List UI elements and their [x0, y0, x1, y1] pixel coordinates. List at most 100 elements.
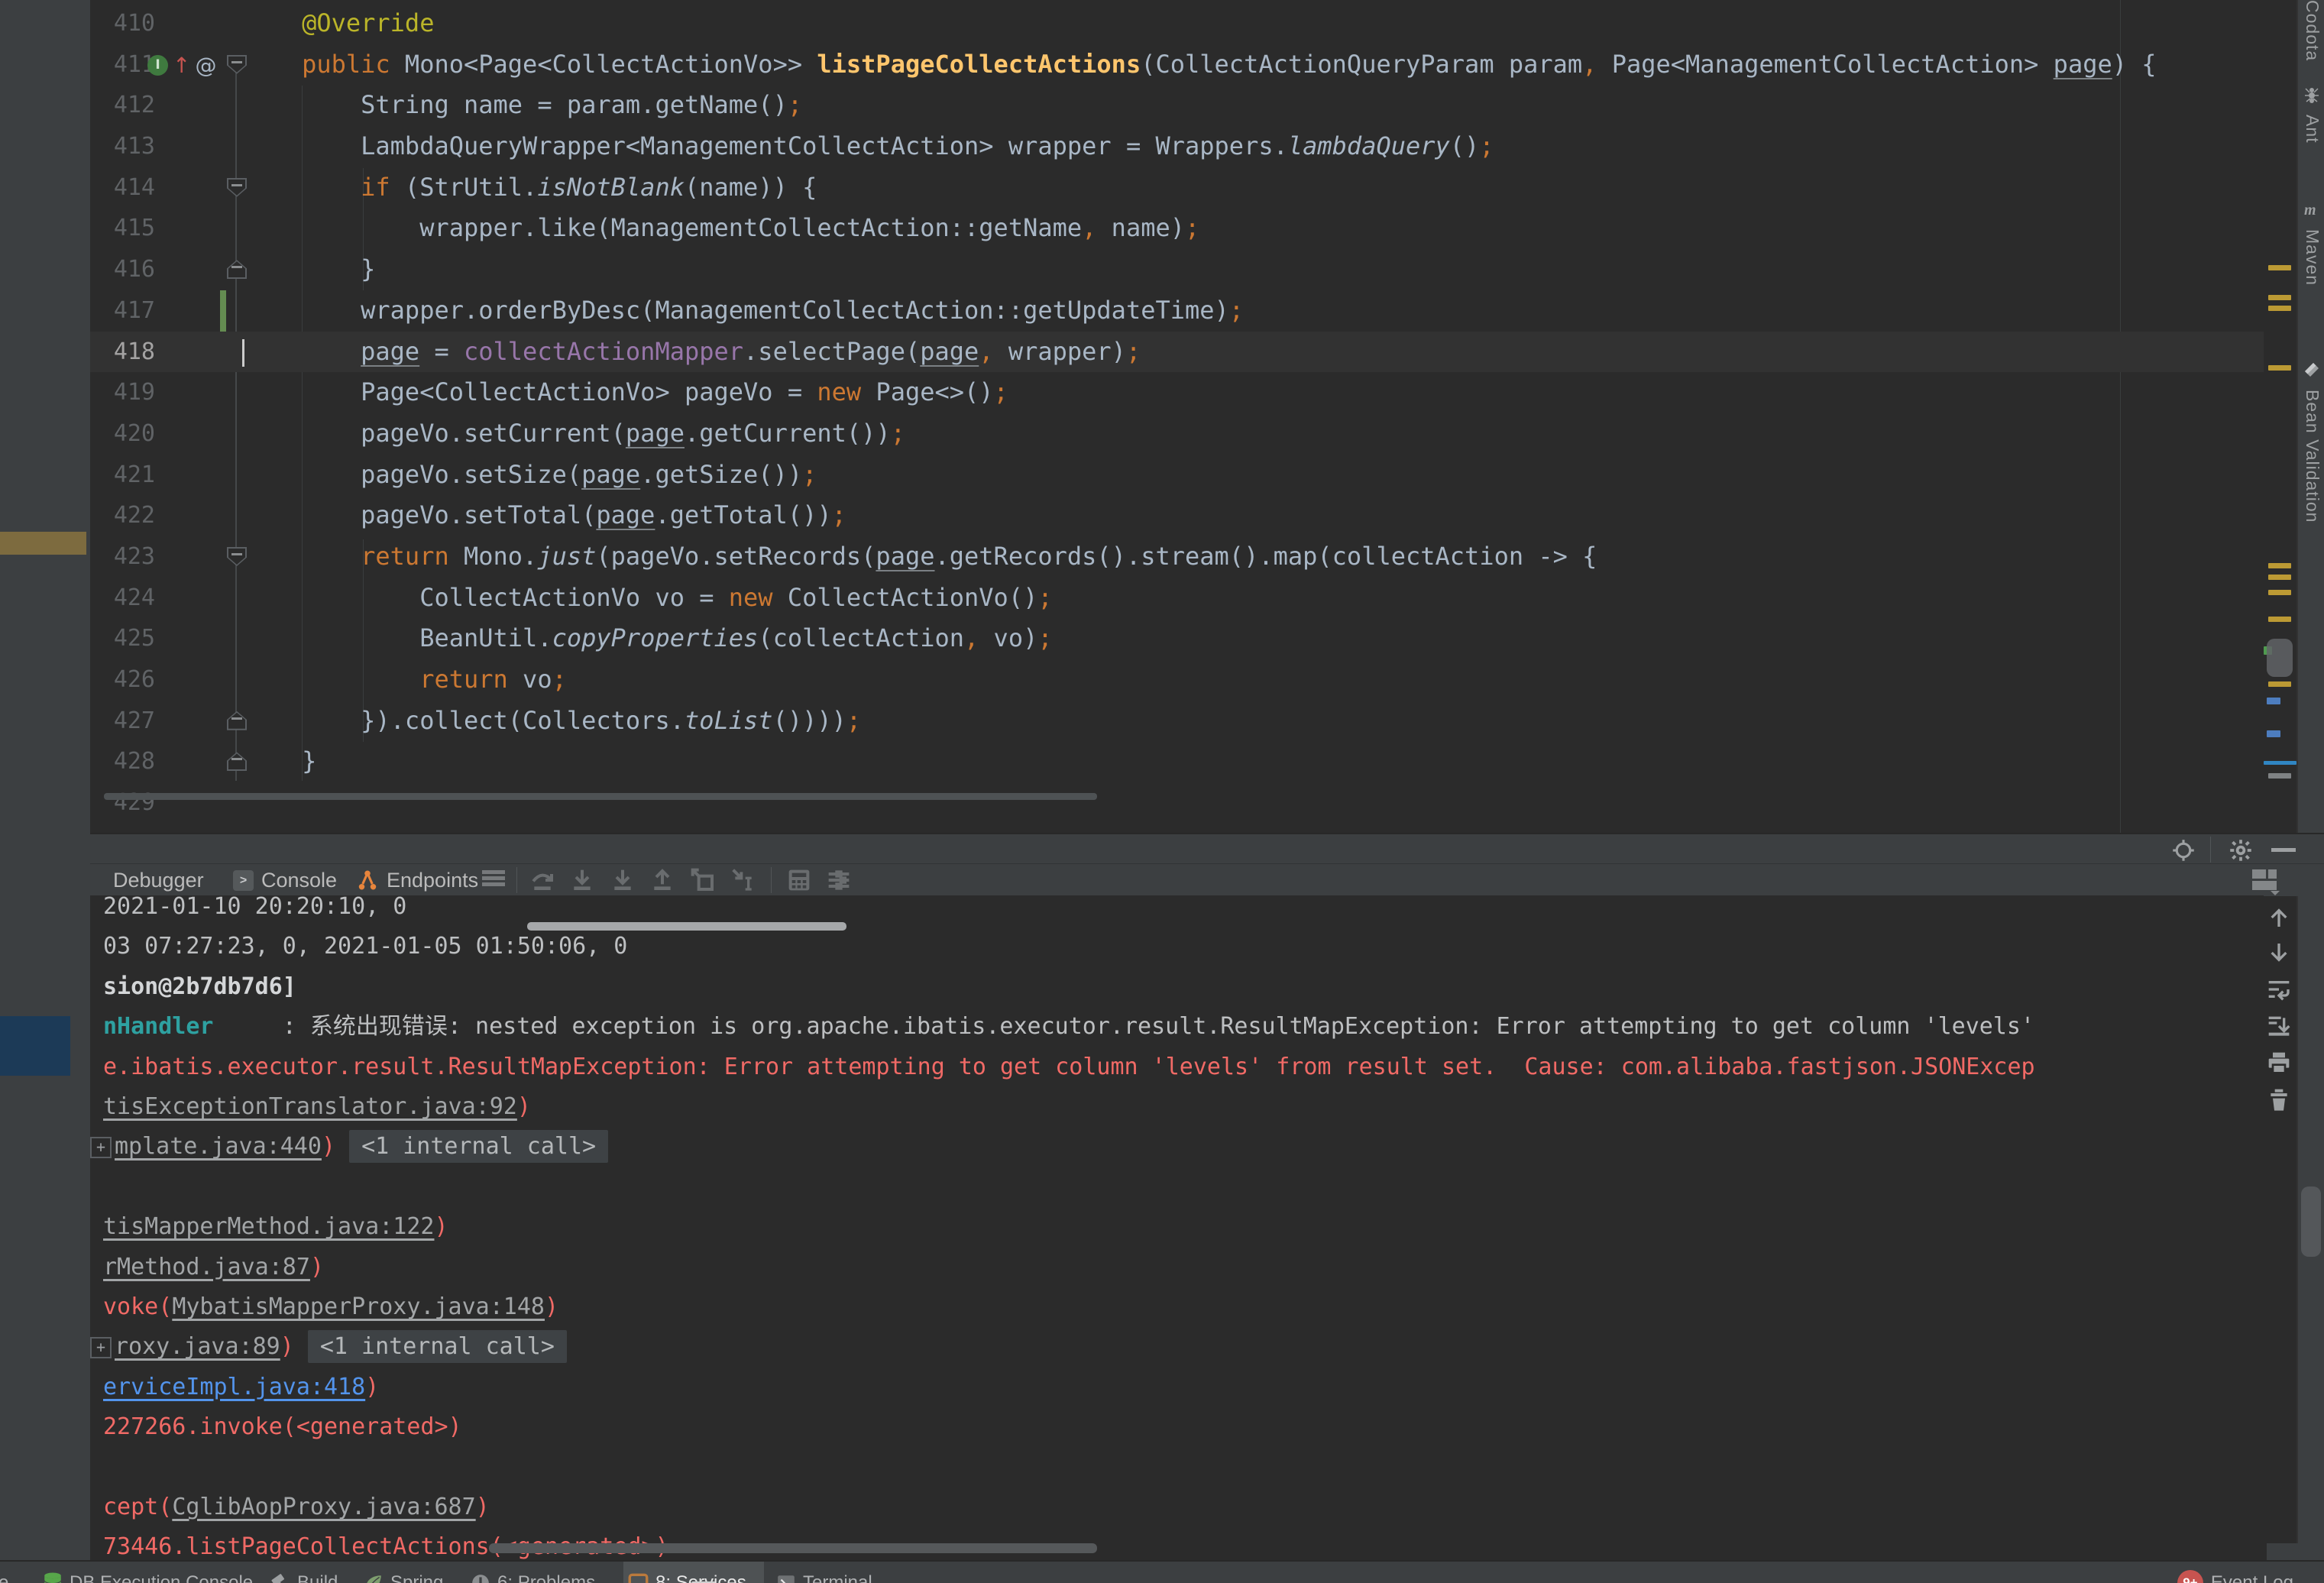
- editor-horizontal-scrollbar[interactable]: [104, 793, 1097, 800]
- view-options-icon[interactable]: [827, 868, 851, 892]
- print-icon[interactable]: [2267, 1050, 2291, 1075]
- statusbar-item-build[interactable]: Build: [266, 1562, 342, 1583]
- force-step-into-icon[interactable]: [610, 868, 635, 892]
- left-tool-strip[interactable]: [0, 0, 90, 1560]
- stripe-mark[interactable]: [2267, 730, 2280, 737]
- editor-vertical-scrollbar[interactable]: [2267, 639, 2293, 677]
- code-line[interactable]: 421 pageVo.setSize(page.getSize());: [90, 455, 2264, 496]
- debug-tool-button[interactable]: [0, 1016, 70, 1076]
- scroll-up-icon[interactable]: [2267, 905, 2291, 930]
- code-line[interactable]: 419 Page<CollectActionVo> pageVo = new P…: [90, 372, 2264, 413]
- code-line[interactable]: 427 }).collect(Collectors.toList())));: [90, 701, 2264, 742]
- code-line[interactable]: 420 pageVo.setCurrent(page.getCurrent())…: [90, 413, 2264, 455]
- code-line[interactable]: 426 return vo;: [90, 659, 2264, 701]
- code-editor[interactable]: 410 @Override411I↑@ public Mono<Page<Col…: [90, 0, 2264, 833]
- annotation-at-icon[interactable]: @: [195, 55, 216, 76]
- gutter-icons[interactable]: I↑@: [147, 54, 216, 77]
- code-line[interactable]: 422 pageVo.setTotal(page.getTotal());: [90, 495, 2264, 536]
- console-text: cept(: [103, 1494, 172, 1520]
- tab-endpoints[interactable]: Endpoints: [356, 864, 478, 896]
- step-out-icon[interactable]: [650, 868, 675, 892]
- stripe-mark[interactable]: [2268, 590, 2291, 595]
- statusbar-item-problems[interactable]: 6: Problems: [466, 1562, 600, 1583]
- override-impl-icon[interactable]: I: [147, 55, 168, 76]
- stripe-mark[interactable]: [2268, 617, 2291, 622]
- console-horizontal-scrollbar[interactable]: [489, 1543, 1097, 1553]
- stripe-mark[interactable]: [2267, 698, 2280, 704]
- expand-icon[interactable]: +: [90, 1137, 112, 1158]
- stripe-mark[interactable]: [2268, 306, 2291, 311]
- step-over-icon[interactable]: [530, 868, 555, 892]
- hide-icon[interactable]: [2271, 848, 2296, 852]
- endpoints-icon: [356, 869, 379, 892]
- statusbar-item-spring[interactable]: Spring: [359, 1562, 448, 1583]
- run-to-cursor-icon[interactable]: [731, 868, 756, 892]
- drop-frame-icon[interactable]: [691, 868, 715, 892]
- status-bar: e DB Execution Console Build Spring 6: P…: [0, 1560, 2324, 1583]
- code-line[interactable]: 416 }: [90, 249, 2264, 290]
- statusbar-item-terminal[interactable]: Terminal: [772, 1562, 877, 1583]
- tab-debugger[interactable]: Debugger: [113, 864, 204, 896]
- code-line[interactable]: 423 return Mono.just(pageVo.setRecords(p…: [90, 536, 2264, 578]
- code-line[interactable]: 414 if (StrUtil.isNotBlank(name)) {: [90, 167, 2264, 209]
- stripe-mark[interactable]: [2268, 681, 2291, 687]
- statusbar-item-event-log[interactable]: 9+ Event Log: [2177, 1562, 2293, 1583]
- code-line[interactable]: 425 BeanUtil.copyProperties(collectActio…: [90, 618, 2264, 659]
- code-text: pageVo.setSize(page.getSize());: [243, 455, 817, 496]
- stacktrace-link[interactable]: CglibAopProxy.java:687: [172, 1494, 475, 1520]
- statusbar-item-db-execution-console[interactable]: DB Execution Console: [38, 1562, 257, 1583]
- scroll-to-end-icon[interactable]: [2267, 1014, 2291, 1038]
- code-text: BeanUtil.copyProperties(collectAction, v…: [243, 618, 1053, 659]
- code-line[interactable]: 412 String name = param.getName();: [90, 85, 2264, 126]
- vcs-change-marker[interactable]: [220, 290, 226, 332]
- scroll-down-icon[interactable]: [2267, 940, 2291, 965]
- stacktrace-link[interactable]: erviceImpl.java:418: [103, 1374, 365, 1400]
- code-line[interactable]: 411I↑@ public Mono<Page<CollectActionVo>…: [90, 44, 2264, 86]
- stripe-mark[interactable]: [2268, 563, 2291, 568]
- code-line[interactable]: 415 wrapper.like(ManagementCollectAction…: [90, 208, 2264, 249]
- code-line[interactable]: 429: [90, 782, 2264, 824]
- code-line[interactable]: 417 wrapper.orderByDesc(ManagementCollec…: [90, 290, 2264, 332]
- statusbar-item-services[interactable]: 8: Services: [623, 1562, 764, 1583]
- tab-console[interactable]: > Console: [233, 864, 337, 896]
- tool-button-bean-validation[interactable]: Bean Validation: [2302, 390, 2322, 523]
- stacktrace-link[interactable]: tisExceptionTranslator.java:92: [103, 1093, 517, 1120]
- settings-gear-icon[interactable]: [2229, 839, 2252, 862]
- debug-console[interactable]: 2021-01-10 20:20:10, 003 07:27:23, 0, 20…: [90, 895, 2264, 1560]
- right-tool-strip[interactable]: m Codota Ant Maven Bean Validation: [2296, 0, 2324, 1560]
- code-line[interactable]: 428 }: [90, 741, 2264, 782]
- console-text: sion@2b7db7d6]: [103, 973, 296, 1000]
- stacktrace-link[interactable]: tisMapperMethod.java:122: [103, 1213, 434, 1240]
- soft-wrap-icon[interactable]: [2267, 977, 2291, 1002]
- stripe-mark[interactable]: [2268, 773, 2291, 779]
- stacktrace-link[interactable]: rMethod.java:87: [103, 1254, 310, 1280]
- tool-button-ant[interactable]: Ant: [2302, 115, 2322, 144]
- expand-icon[interactable]: +: [90, 1337, 112, 1358]
- tool-button-maven[interactable]: Maven: [2302, 229, 2322, 286]
- stripe-mark[interactable]: [2268, 575, 2291, 580]
- stripe-mark[interactable]: [2268, 365, 2291, 371]
- code-line[interactable]: 418 page = collectActionMapper.selectPag…: [90, 332, 2264, 373]
- code-line[interactable]: 410 @Override: [90, 3, 2264, 44]
- stacktrace-link[interactable]: mplate.java:440: [115, 1133, 322, 1160]
- step-into-icon[interactable]: [570, 868, 594, 892]
- console-line: 03 07:27:23, 0, 2021-01-05 01:50:06, 0: [90, 927, 2264, 966]
- console-vertical-scrollbar[interactable]: [2301, 1186, 2321, 1257]
- problems-icon: [471, 1573, 490, 1583]
- clear-all-icon[interactable]: [2267, 1087, 2291, 1112]
- target-icon[interactable]: [2172, 839, 2195, 862]
- tool-button-codota[interactable]: Codota: [2302, 0, 2322, 61]
- error-stripe[interactable]: [2264, 0, 2296, 833]
- code-line[interactable]: 430: [90, 824, 2264, 833]
- stripe-mark[interactable]: [2268, 295, 2291, 300]
- stripe-mark[interactable]: [2264, 761, 2296, 765]
- stacktrace-link[interactable]: MybatisMapperProxy.java:148: [172, 1293, 545, 1320]
- code-line[interactable]: 424 CollectActionVo vo = new CollectActi…: [90, 578, 2264, 619]
- layout-settings-icon[interactable]: [2252, 868, 2277, 892]
- stripe-mark[interactable]: [2268, 265, 2291, 270]
- evaluate-expression-icon[interactable]: [787, 868, 811, 892]
- code-line[interactable]: 413 LambdaQueryWrapper<ManagementCollect…: [90, 126, 2264, 167]
- nav-up-arrow-icon[interactable]: ↑: [173, 55, 190, 76]
- stacktrace-link[interactable]: roxy.java:89: [115, 1333, 280, 1360]
- restore-layout-icon[interactable]: [482, 868, 507, 892]
